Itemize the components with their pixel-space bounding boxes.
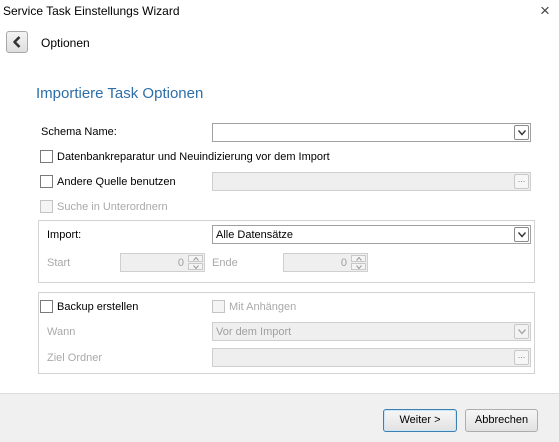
when-value: Vor dem Import <box>216 326 292 338</box>
when-label: Wann <box>47 326 76 338</box>
browse-ellipsis-icon[interactable]: ... <box>514 174 529 189</box>
attachments-label: Mit Anhängen <box>229 301 297 313</box>
chevron-left-icon <box>13 36 21 48</box>
chevron-down-icon[interactable] <box>514 227 529 242</box>
chevron-down-icon[interactable] <box>514 324 529 339</box>
other-source-path-field[interactable]: ... <box>212 172 531 191</box>
target-folder-label: Ziel Ordner <box>47 352 103 364</box>
other-source-checkbox[interactable] <box>40 175 53 188</box>
subfolders-checkbox[interactable] <box>40 200 53 213</box>
page-title: Optionen <box>41 36 90 50</box>
target-folder-field[interactable]: ... <box>212 348 531 367</box>
import-label: Import: <box>47 229 82 241</box>
browse-ellipsis-icon[interactable]: ... <box>514 350 529 365</box>
schema-name-dropdown[interactable] <box>212 123 531 142</box>
spin-up-icon[interactable] <box>188 255 203 262</box>
import-dropdown[interactable]: Alle Datensätze <box>212 225 531 244</box>
spin-up-icon[interactable] <box>351 255 366 262</box>
cancel-button[interactable]: Abbrechen <box>465 409 538 432</box>
next-button[interactable]: Weiter > <box>383 409 457 432</box>
spin-down-icon[interactable] <box>188 263 203 270</box>
when-dropdown[interactable]: Vor dem Import <box>212 322 531 341</box>
import-value: Alle Datensätze <box>216 229 294 241</box>
repair-label: Datenbankreparatur und Neuindizierung vo… <box>57 151 330 163</box>
title-bar: Service Task Einstellungs Wizard × <box>0 0 559 22</box>
spin-down-icon[interactable] <box>351 263 366 270</box>
attachments-checkbox[interactable] <box>212 300 225 313</box>
start-value: 0 <box>177 257 184 269</box>
backup-checkbox[interactable] <box>40 300 53 313</box>
schema-name-label: Schema Name: <box>41 126 117 138</box>
section-title: Importiere Task Optionen <box>36 85 204 102</box>
subfolders-label: Suche in Unterordnern <box>57 201 168 213</box>
back-button[interactable] <box>6 31 28 53</box>
close-button[interactable]: × <box>534 2 556 20</box>
other-source-label: Andere Quelle benutzen <box>57 176 176 188</box>
backup-label: Backup erstellen <box>57 301 139 313</box>
window-title: Service Task Einstellungs Wizard <box>3 4 180 18</box>
repair-checkbox[interactable] <box>40 150 53 163</box>
end-label: Ende <box>212 257 238 269</box>
chevron-down-icon[interactable] <box>514 125 529 140</box>
start-label: Start <box>47 257 71 269</box>
start-stepper[interactable]: 0 <box>120 253 205 272</box>
end-value: 0 <box>340 257 347 269</box>
end-stepper[interactable]: 0 <box>283 253 368 272</box>
